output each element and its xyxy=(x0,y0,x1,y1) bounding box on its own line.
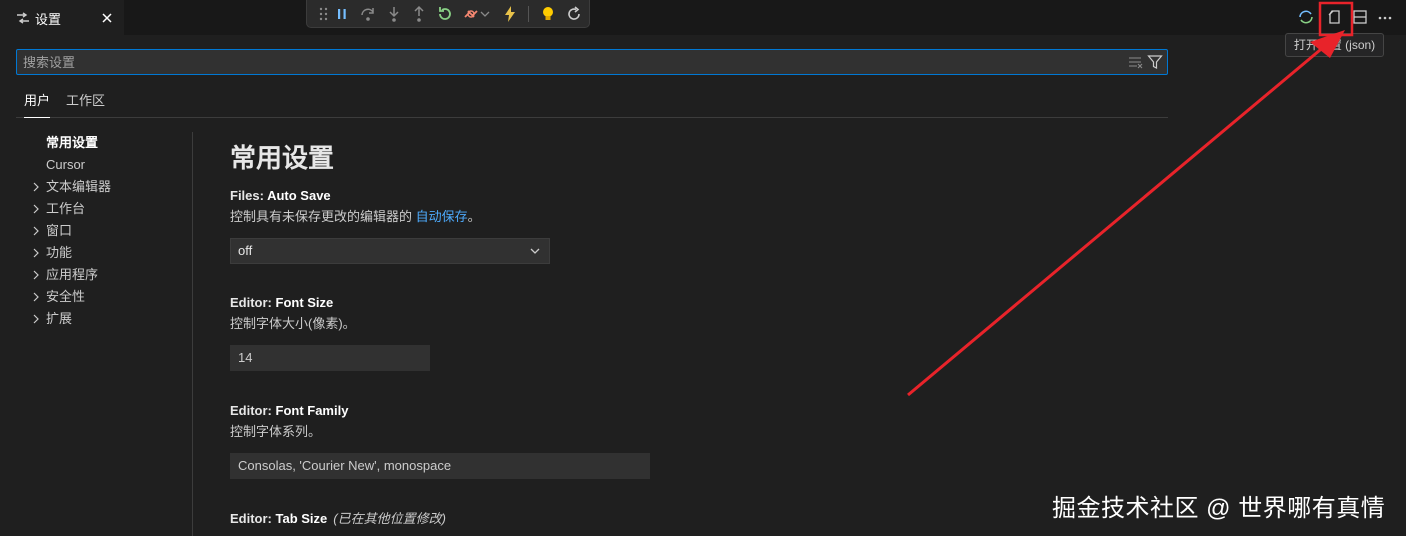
chevron-right-icon xyxy=(33,292,39,302)
chevron-right-icon xyxy=(33,314,39,324)
toc-item-label: 功能 xyxy=(46,245,73,260)
chevron-down-icon xyxy=(530,248,540,254)
pause-icon[interactable] xyxy=(333,5,351,23)
settings-editor-window: 设置 打开设置 (json) 搜索设置 用户 工作区 常用设置 Cursor 文… xyxy=(0,0,1406,536)
toc-item-workbench[interactable]: 工作台 xyxy=(28,198,188,220)
toc-item-label: 工作台 xyxy=(46,201,86,216)
chevron-right-icon xyxy=(33,182,39,192)
setting-editor-tab-size: Editor: Tab Size (已在其他位置修改) xyxy=(230,509,1130,529)
tab-workspace[interactable]: 工作区 xyxy=(66,92,105,118)
more-icon[interactable] xyxy=(1376,8,1394,26)
settings-search-box xyxy=(16,49,1168,75)
clear-filter-icon[interactable] xyxy=(1127,54,1143,70)
toc-item-label: 应用程序 xyxy=(46,267,99,282)
lightning-icon[interactable] xyxy=(501,5,519,23)
setting-name: Files: Auto Save xyxy=(230,186,1130,206)
open-settings-json-icon[interactable] xyxy=(1326,8,1344,26)
toc-item-text-editor[interactable]: 文本编辑器 xyxy=(28,176,188,198)
font-family-input[interactable]: Consolas, 'Courier New', monospace xyxy=(230,453,650,479)
watermark: 掘金技术社区 @ 世界哪有真情 xyxy=(1052,495,1386,522)
toc-item-features[interactable]: 功能 xyxy=(28,242,188,264)
setting-key: Tab Size xyxy=(275,511,328,526)
toc-item-label: 文本编辑器 xyxy=(46,179,112,194)
toolbar-separator xyxy=(528,6,529,22)
setting-key: Auto Save xyxy=(267,188,331,203)
toc-item-label: 安全性 xyxy=(46,289,86,304)
section-title: 常用设置 xyxy=(230,143,335,173)
toc-item-commonly-used[interactable]: 常用设置 xyxy=(28,132,188,154)
chevron-right-icon xyxy=(33,204,39,214)
setting-name: Editor: Font Family xyxy=(230,401,1130,421)
filter-icon[interactable] xyxy=(1147,54,1163,70)
restart-icon[interactable] xyxy=(436,5,454,23)
setting-files-auto-save: Files: Auto Save 控制具有未保存更改的编辑器的 自动保存。 of… xyxy=(230,186,1130,264)
toc-item-window[interactable]: 窗口 xyxy=(28,220,188,242)
setting-key: Font Size xyxy=(275,295,334,310)
toc-item-security[interactable]: 安全性 xyxy=(28,286,188,308)
setting-name: Editor: Font Size xyxy=(230,293,1130,313)
refresh-icon[interactable] xyxy=(565,5,583,23)
setting-description: 控制字体大小(像素)。 xyxy=(230,316,356,331)
disconnect-icon[interactable] xyxy=(462,5,480,23)
debug-toolbar xyxy=(306,0,590,28)
toc-item-label: 窗口 xyxy=(46,223,73,238)
chevron-down-icon[interactable] xyxy=(479,5,491,23)
chevron-right-icon xyxy=(33,270,39,280)
annotation-overlay xyxy=(907,1,1354,397)
tab-user[interactable]: 用户 xyxy=(24,92,51,118)
tab-label: 设置 xyxy=(35,11,62,27)
step-over-icon[interactable] xyxy=(359,5,377,23)
close-icon[interactable] xyxy=(100,11,114,25)
description-text: 控制具有未保存更改的编辑器的 xyxy=(230,209,416,224)
toc-divider xyxy=(192,132,193,536)
selected-value: off xyxy=(238,243,253,258)
split-editor-icon[interactable] xyxy=(1351,8,1369,26)
toc-item-label: 常用设置 xyxy=(46,135,99,150)
setting-editor-font-size: Editor: Font Size 控制字体大小(像素)。 14 xyxy=(230,293,1130,371)
auto-save-link[interactable]: 自动保存 xyxy=(416,209,468,224)
setting-description: 控制字体系列。 xyxy=(230,424,322,439)
chevron-right-icon xyxy=(33,248,39,258)
description-text: 。 xyxy=(467,209,481,224)
setting-category: Editor: xyxy=(230,511,276,526)
toc-item-extensions[interactable]: 扩展 xyxy=(28,308,188,330)
setting-category: Files: xyxy=(230,188,268,203)
toc-item-application[interactable]: 应用程序 xyxy=(28,264,188,286)
settings-sliders-icon xyxy=(17,12,29,24)
toc-item-label: 扩展 xyxy=(46,311,73,326)
toc-item-label: Cursor xyxy=(46,157,86,172)
setting-category: Editor: xyxy=(230,403,276,418)
auto-save-select[interactable]: off xyxy=(230,238,550,264)
tab-settings[interactable]: 设置 xyxy=(0,0,124,35)
setting-editor-font-family: Editor: Font Family 控制字体系列。 Consolas, 'C… xyxy=(230,401,1130,479)
step-into-icon[interactable] xyxy=(385,5,403,23)
setting-name: Editor: Tab Size (已在其他位置修改) xyxy=(230,509,1130,529)
setting-category: Editor: xyxy=(230,295,276,310)
setting-description: 控制具有未保存更改的编辑器的 自动保存。 xyxy=(230,206,1130,228)
toc-item-cursor[interactable]: Cursor xyxy=(28,154,188,176)
modified-indicator[interactable]: (已在其他位置修改) xyxy=(333,511,446,526)
tab-bar: 设置 xyxy=(0,0,1406,35)
settings-scope-tabs: 用户 工作区 xyxy=(16,88,1168,118)
chevron-right-icon xyxy=(33,226,39,236)
search-input[interactable] xyxy=(17,50,1117,74)
sync-icon[interactable] xyxy=(1297,8,1315,26)
setting-key: Font Family xyxy=(275,403,349,418)
tooltip-open-settings-json: 打开设置 (json) xyxy=(1285,33,1384,57)
lightbulb-icon[interactable] xyxy=(539,5,557,23)
step-out-icon[interactable] xyxy=(410,5,428,23)
drag-handle-icon[interactable] xyxy=(315,5,333,23)
font-size-input[interactable]: 14 xyxy=(230,345,430,371)
